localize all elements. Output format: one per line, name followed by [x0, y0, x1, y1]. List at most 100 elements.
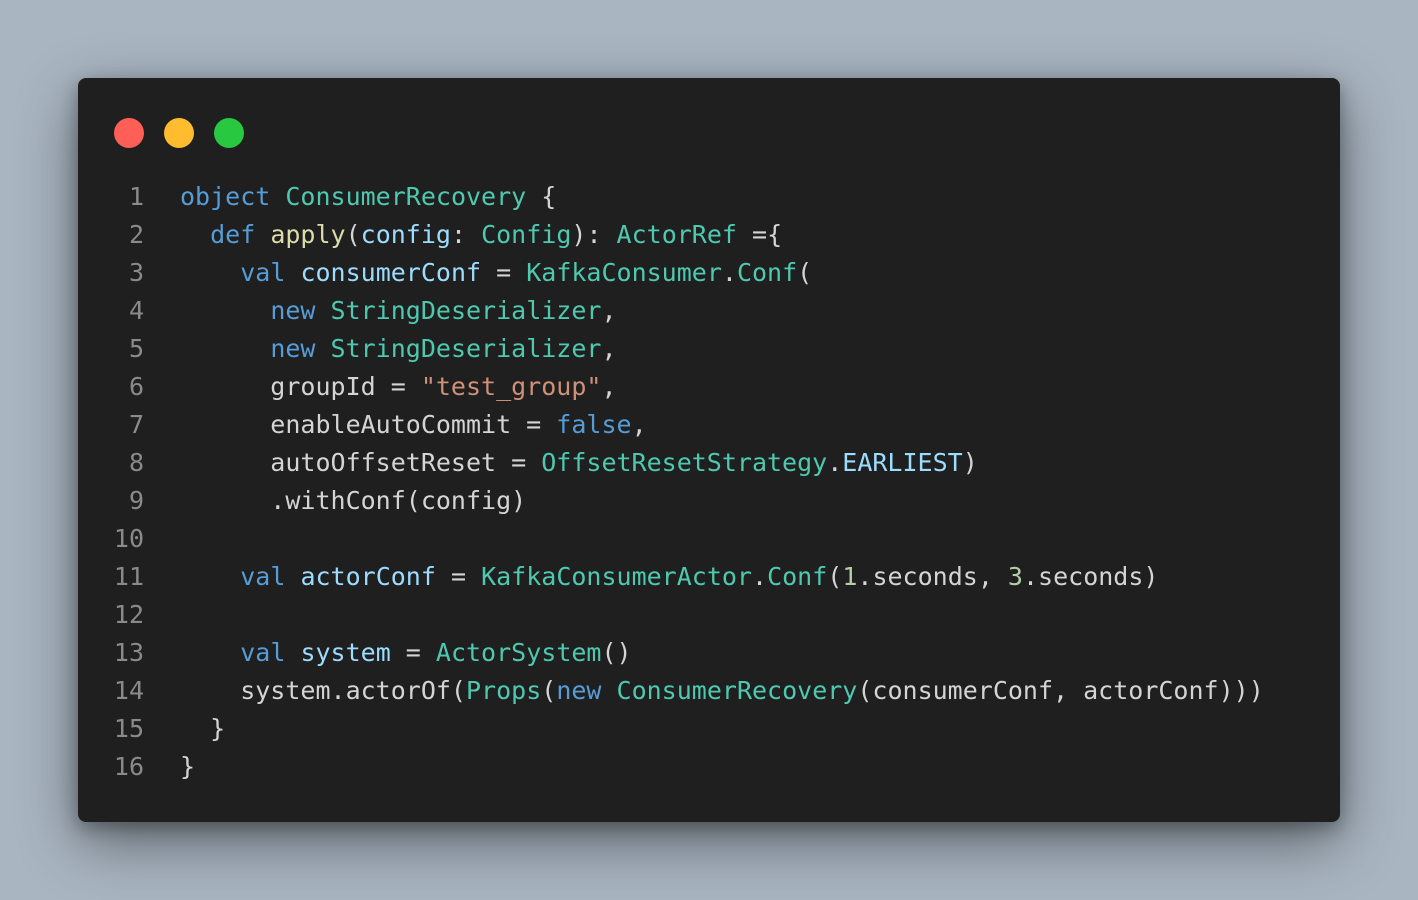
code-line: 12	[78, 596, 1340, 634]
code-token: OffsetResetStrategy	[541, 448, 828, 477]
code-token: KafkaConsumer	[526, 258, 722, 287]
code-token: Config	[481, 220, 572, 249]
code-line: 5 new StringDeserializer,	[78, 330, 1340, 368]
maximize-icon[interactable]	[214, 118, 244, 148]
code-token: system.actorOf(	[180, 676, 466, 705]
line-code: new StringDeserializer,	[180, 292, 617, 330]
code-token: KafkaConsumerActor	[481, 562, 752, 591]
code-token: =	[435, 562, 482, 591]
line-number: 5	[128, 334, 144, 363]
code-token: .seconds,	[857, 562, 1008, 591]
line-number: 11	[113, 562, 144, 591]
line-number: 13	[113, 638, 144, 667]
code-token: EARLIEST	[842, 448, 963, 477]
code-token: Conf	[767, 562, 828, 591]
code-line: 1 object ConsumerRecovery {	[78, 178, 1340, 216]
code-token: Conf	[736, 258, 798, 287]
code-line: 2 def apply(config: Config): ActorRef ={	[78, 216, 1340, 254]
code-token: }	[180, 714, 226, 743]
code-token: false	[556, 410, 632, 439]
line-code: autoOffsetReset = OffsetResetStrategy.EA…	[180, 444, 978, 482]
line-code: def apply(config: Config): ActorRef ={	[180, 216, 782, 254]
code-token: (consumerConf, actorConf)))	[857, 676, 1264, 705]
code-token: {	[526, 182, 557, 211]
code-window: 1 object ConsumerRecovery {2 def apply(co…	[78, 78, 1340, 822]
code-line: 14 system.actorOf(Props(new ConsumerReco…	[78, 672, 1340, 710]
line-number: 9	[128, 486, 144, 515]
code-token: system	[300, 638, 391, 667]
code-token: 3	[1007, 562, 1023, 591]
code-line: 9 .withConf(config)	[78, 482, 1340, 520]
line-code: }	[180, 710, 225, 748]
code-token: )	[962, 448, 978, 477]
code-token: ActorSystem	[435, 638, 602, 667]
window-controls	[114, 118, 244, 148]
code-line: 8 autoOffsetReset = OffsetResetStrategy.…	[78, 444, 1340, 482]
code-token: ,	[601, 334, 617, 363]
line-number: 2	[128, 220, 144, 249]
code-token: object	[180, 182, 271, 211]
minimize-icon[interactable]	[164, 118, 194, 148]
code-token: (	[797, 258, 813, 287]
line-number: 4	[128, 296, 144, 325]
code-token: val	[240, 562, 286, 591]
code-token: ConsumerRecovery	[616, 676, 858, 705]
line-code: val actorConf = KafkaConsumerActor.Conf(…	[180, 558, 1158, 596]
code-token: ,	[631, 410, 647, 439]
code-token: groupId =	[180, 372, 421, 401]
code-token: =	[390, 638, 436, 667]
code-token: ):	[571, 220, 617, 249]
line-number: 8	[128, 448, 144, 477]
line-number: 1	[128, 182, 144, 211]
line-number: 6	[128, 372, 144, 401]
code-token: "test_group"	[420, 372, 602, 401]
code-token: =	[481, 258, 527, 287]
code-token: ,	[601, 296, 617, 325]
code-line: 6 groupId = "test_group",	[78, 368, 1340, 406]
line-code: new StringDeserializer,	[180, 330, 617, 368]
line-code: enableAutoCommit = false,	[180, 406, 647, 444]
line-code: .withConf(config)	[180, 482, 526, 520]
line-number: 10	[113, 524, 144, 553]
line-number: 14	[113, 676, 144, 705]
code-token: autoOffsetReset =	[180, 448, 542, 477]
code-token: .withConf(config)	[180, 486, 527, 515]
code-token: val	[240, 638, 286, 667]
close-icon[interactable]	[114, 118, 144, 148]
code-token: def	[210, 220, 256, 249]
line-code: groupId = "test_group",	[180, 368, 616, 406]
code-token: StringDeserializer	[330, 296, 602, 325]
code-token: 1	[842, 562, 858, 591]
code-block: 1 object ConsumerRecovery {2 def apply(co…	[78, 178, 1340, 786]
code-token: }	[180, 752, 196, 781]
code-token: new	[270, 296, 316, 325]
code-line: 10	[78, 520, 1340, 558]
code-token: .	[721, 258, 737, 287]
code-token: enableAutoCommit =	[180, 410, 557, 439]
code-line: 16}	[78, 748, 1340, 786]
code-token: ()	[601, 638, 632, 667]
code-token: apply	[270, 220, 346, 249]
line-code: }	[180, 748, 195, 786]
code-line: 3 val consumerConf = KafkaConsumer.Conf(	[78, 254, 1340, 292]
line-code: object ConsumerRecovery {	[180, 178, 556, 216]
code-token: ={	[736, 220, 783, 249]
code-token: ActorRef	[616, 220, 737, 249]
code-token: .seconds)	[1022, 562, 1159, 591]
code-token: (	[827, 562, 843, 591]
line-number: 12	[113, 600, 144, 629]
code-line: 13 val system = ActorSystem()	[78, 634, 1340, 672]
line-code: system.actorOf(Props(new ConsumerRecover…	[180, 672, 1264, 710]
code-token: ConsumerRecovery	[285, 182, 527, 211]
